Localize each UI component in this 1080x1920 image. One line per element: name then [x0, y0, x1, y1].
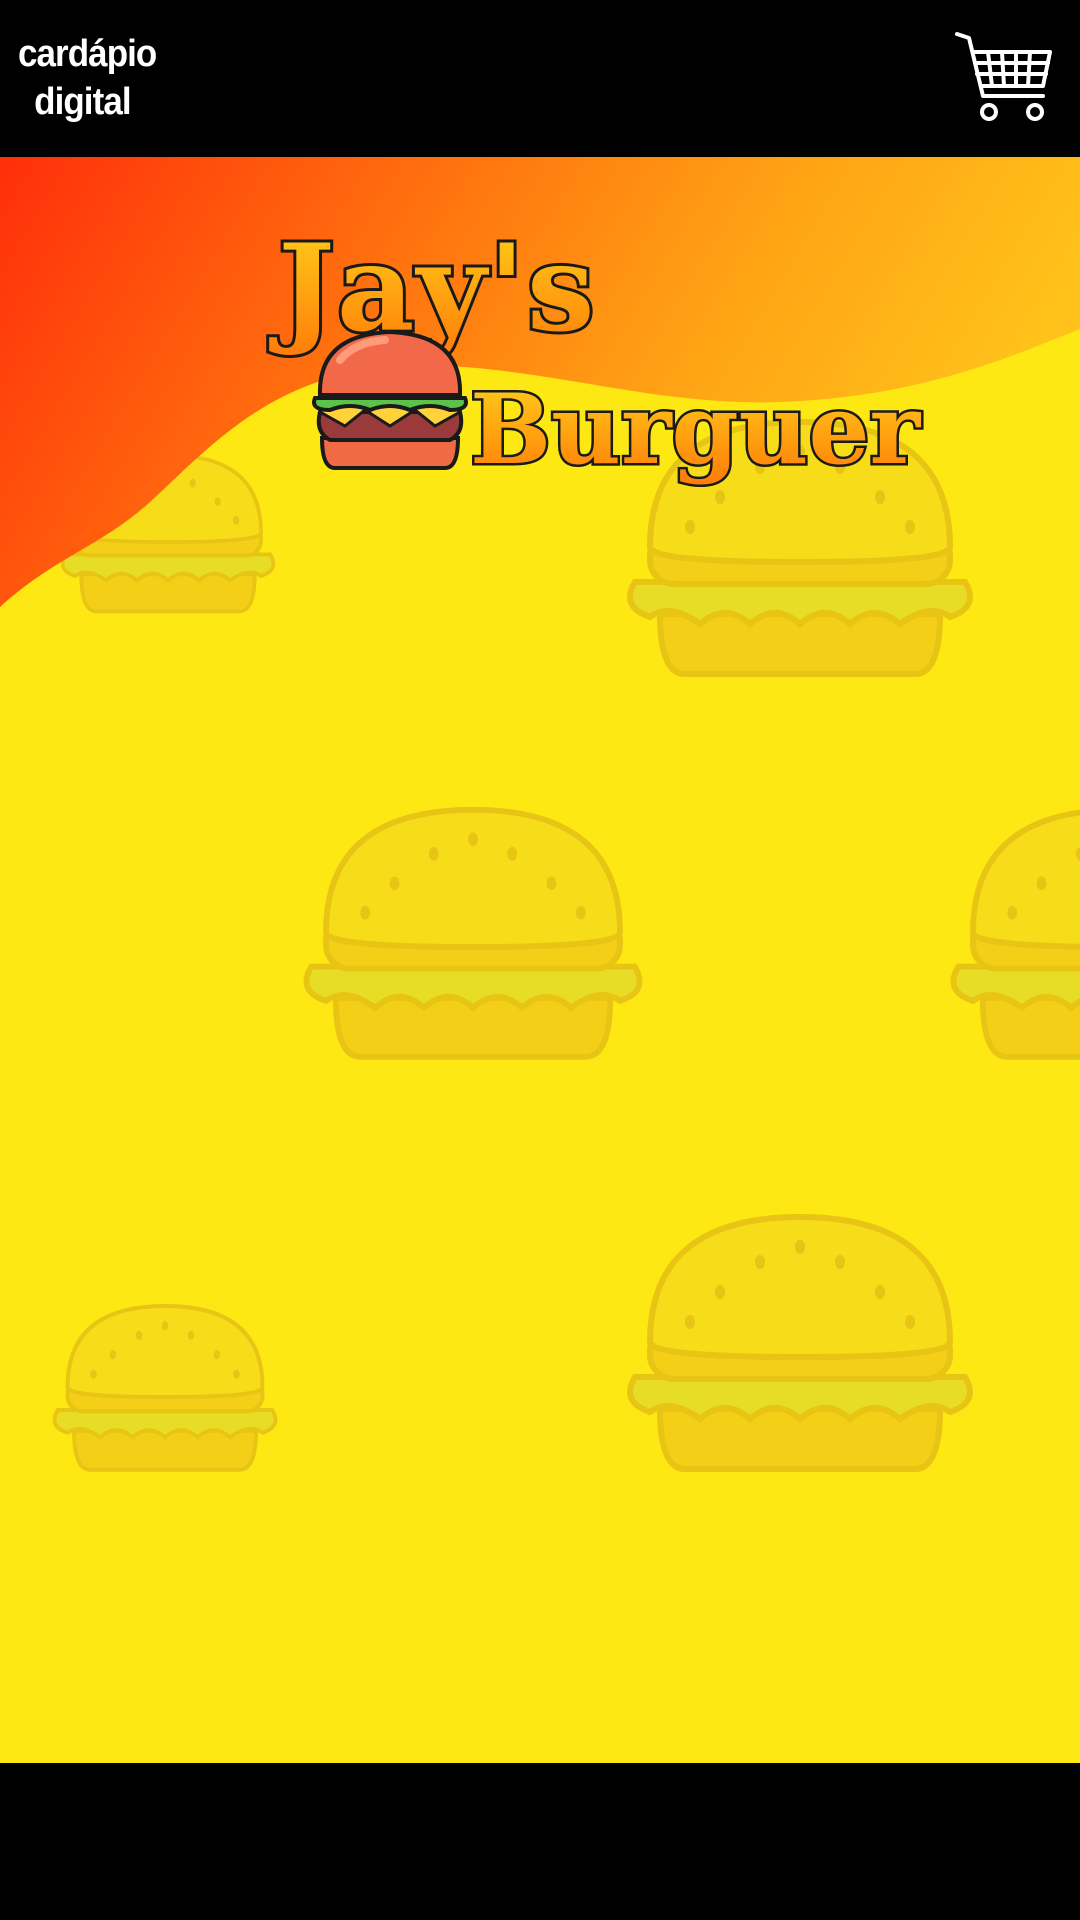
burger-icon	[312, 329, 468, 470]
brand-text-line2: digital	[34, 81, 131, 123]
shopping-cart-icon	[955, 32, 1052, 121]
jays-burguer-logo: Jay's Burguer	[266, 215, 924, 495]
logo-subtitle: Burguer	[470, 373, 922, 486]
bottom-bar	[0, 1763, 1080, 1920]
top-header: cardápio digital	[0, 0, 1080, 157]
logo-title: Jay's	[269, 218, 597, 359]
brand-text-line1: cardápio	[18, 33, 157, 75]
brand-text: cardápio digital	[18, 30, 157, 126]
cart-button[interactable]	[955, 30, 1055, 126]
